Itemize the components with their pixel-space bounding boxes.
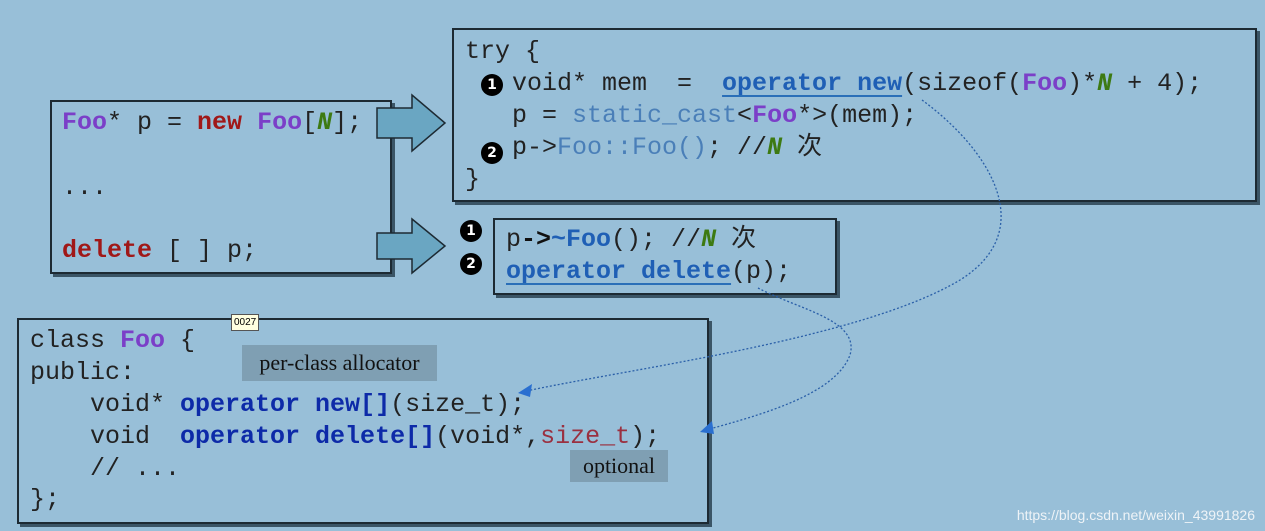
code-token: { [165,326,196,355]
code-line: operator delete(p); [506,257,791,287]
code-token: static_cast [572,101,738,130]
code-token: Foo [62,108,108,137]
code-token: 次 [716,225,757,254]
code-token: }; [30,485,61,514]
watermark: https://blog.csdn.net/weixin_43991826 [1016,507,1255,523]
code-line: delete [ ] p; [62,236,257,266]
code-token: *>(mem); [797,101,918,130]
slide-number-tag: 0027 [231,314,260,331]
code-token: operator new [722,69,903,98]
code-token: operator delete[] [180,422,436,451]
code-token: [ ] p; [152,236,258,265]
code-token: (p); [731,257,792,286]
dotted-connector-delete [705,287,852,431]
step-badge-1: 1 [460,220,482,242]
code-token: N [1097,69,1113,98]
code-token: * p = [107,108,198,137]
code-token: delete [62,236,153,265]
code-token: (size_t); [390,390,526,419]
code-token: // ... [30,454,181,483]
code-token: size_t [540,422,631,451]
block-arrow-delete [376,217,447,275]
step-badge-1: 1 [481,74,503,96]
arrowhead-delete [700,421,714,434]
code-token: < [737,101,753,130]
optional-label: optional [570,450,668,482]
code-token: ; // [707,133,768,162]
step-badge-2: 2 [481,142,503,164]
code-token: ~Foo [551,225,612,254]
code-token: + 4); [1112,69,1203,98]
code-line: }; [30,485,60,515]
code-token: ... [62,173,108,202]
code-line: } [465,165,480,195]
code-line: Foo* p = new Foo[N]; [62,108,362,138]
code-line: public: [30,358,135,388]
code-token: 次 [782,133,823,162]
code-token: (sizeof( [902,69,1023,98]
code-token: void* mem = [512,69,723,98]
code-token: N [317,108,333,137]
code-line: p = static_cast<Foo*>(mem); [512,101,917,131]
code-token: Foo [1022,69,1068,98]
code-token: Foo [257,108,303,137]
code-token: -> [521,225,552,254]
code-token: [ [302,108,318,137]
code-token: void* [30,390,181,419]
code-token: Foo [120,326,166,355]
code-token: ); [630,422,661,451]
code-token: Foo [752,101,798,130]
code-token: operator delete [506,257,732,286]
code-token: public: [30,358,136,387]
block-arrow-new [376,93,447,153]
code-token: operator new[] [180,390,391,419]
code-token: new [197,108,243,137]
code-token: try { [465,37,541,66]
code-line: ... [62,173,107,203]
code-token: ]; [332,108,363,137]
step-badge-2: 2 [460,253,482,275]
code-token: N [767,133,783,162]
code-line: void* mem = operator new(sizeof(Foo)*N +… [512,69,1202,99]
code-token: N [701,225,717,254]
code-line: p->~Foo(); //N 次 [506,225,756,255]
code-token: )* [1067,69,1098,98]
code-line: try { [465,37,540,67]
code-token: (); // [611,225,702,254]
code-line: // ... [30,454,180,484]
code-line: void* operator new[](size_t); [30,390,525,420]
code-line: class Foo { [30,326,195,356]
code-token: p [506,225,522,254]
code-line: p->Foo::Foo(); //N 次 [512,133,822,163]
code-line: void operator delete[](void*,size_t); [30,422,660,452]
per-class-allocator-label: per-class allocator [242,345,437,381]
code-token: class [30,326,121,355]
code-token: Foo::Foo() [557,133,708,162]
code-token: p-> [512,133,558,162]
code-token: } [465,165,481,194]
code-token: void [30,422,181,451]
code-token: p = [512,101,573,130]
code-token: (void*, [435,422,541,451]
